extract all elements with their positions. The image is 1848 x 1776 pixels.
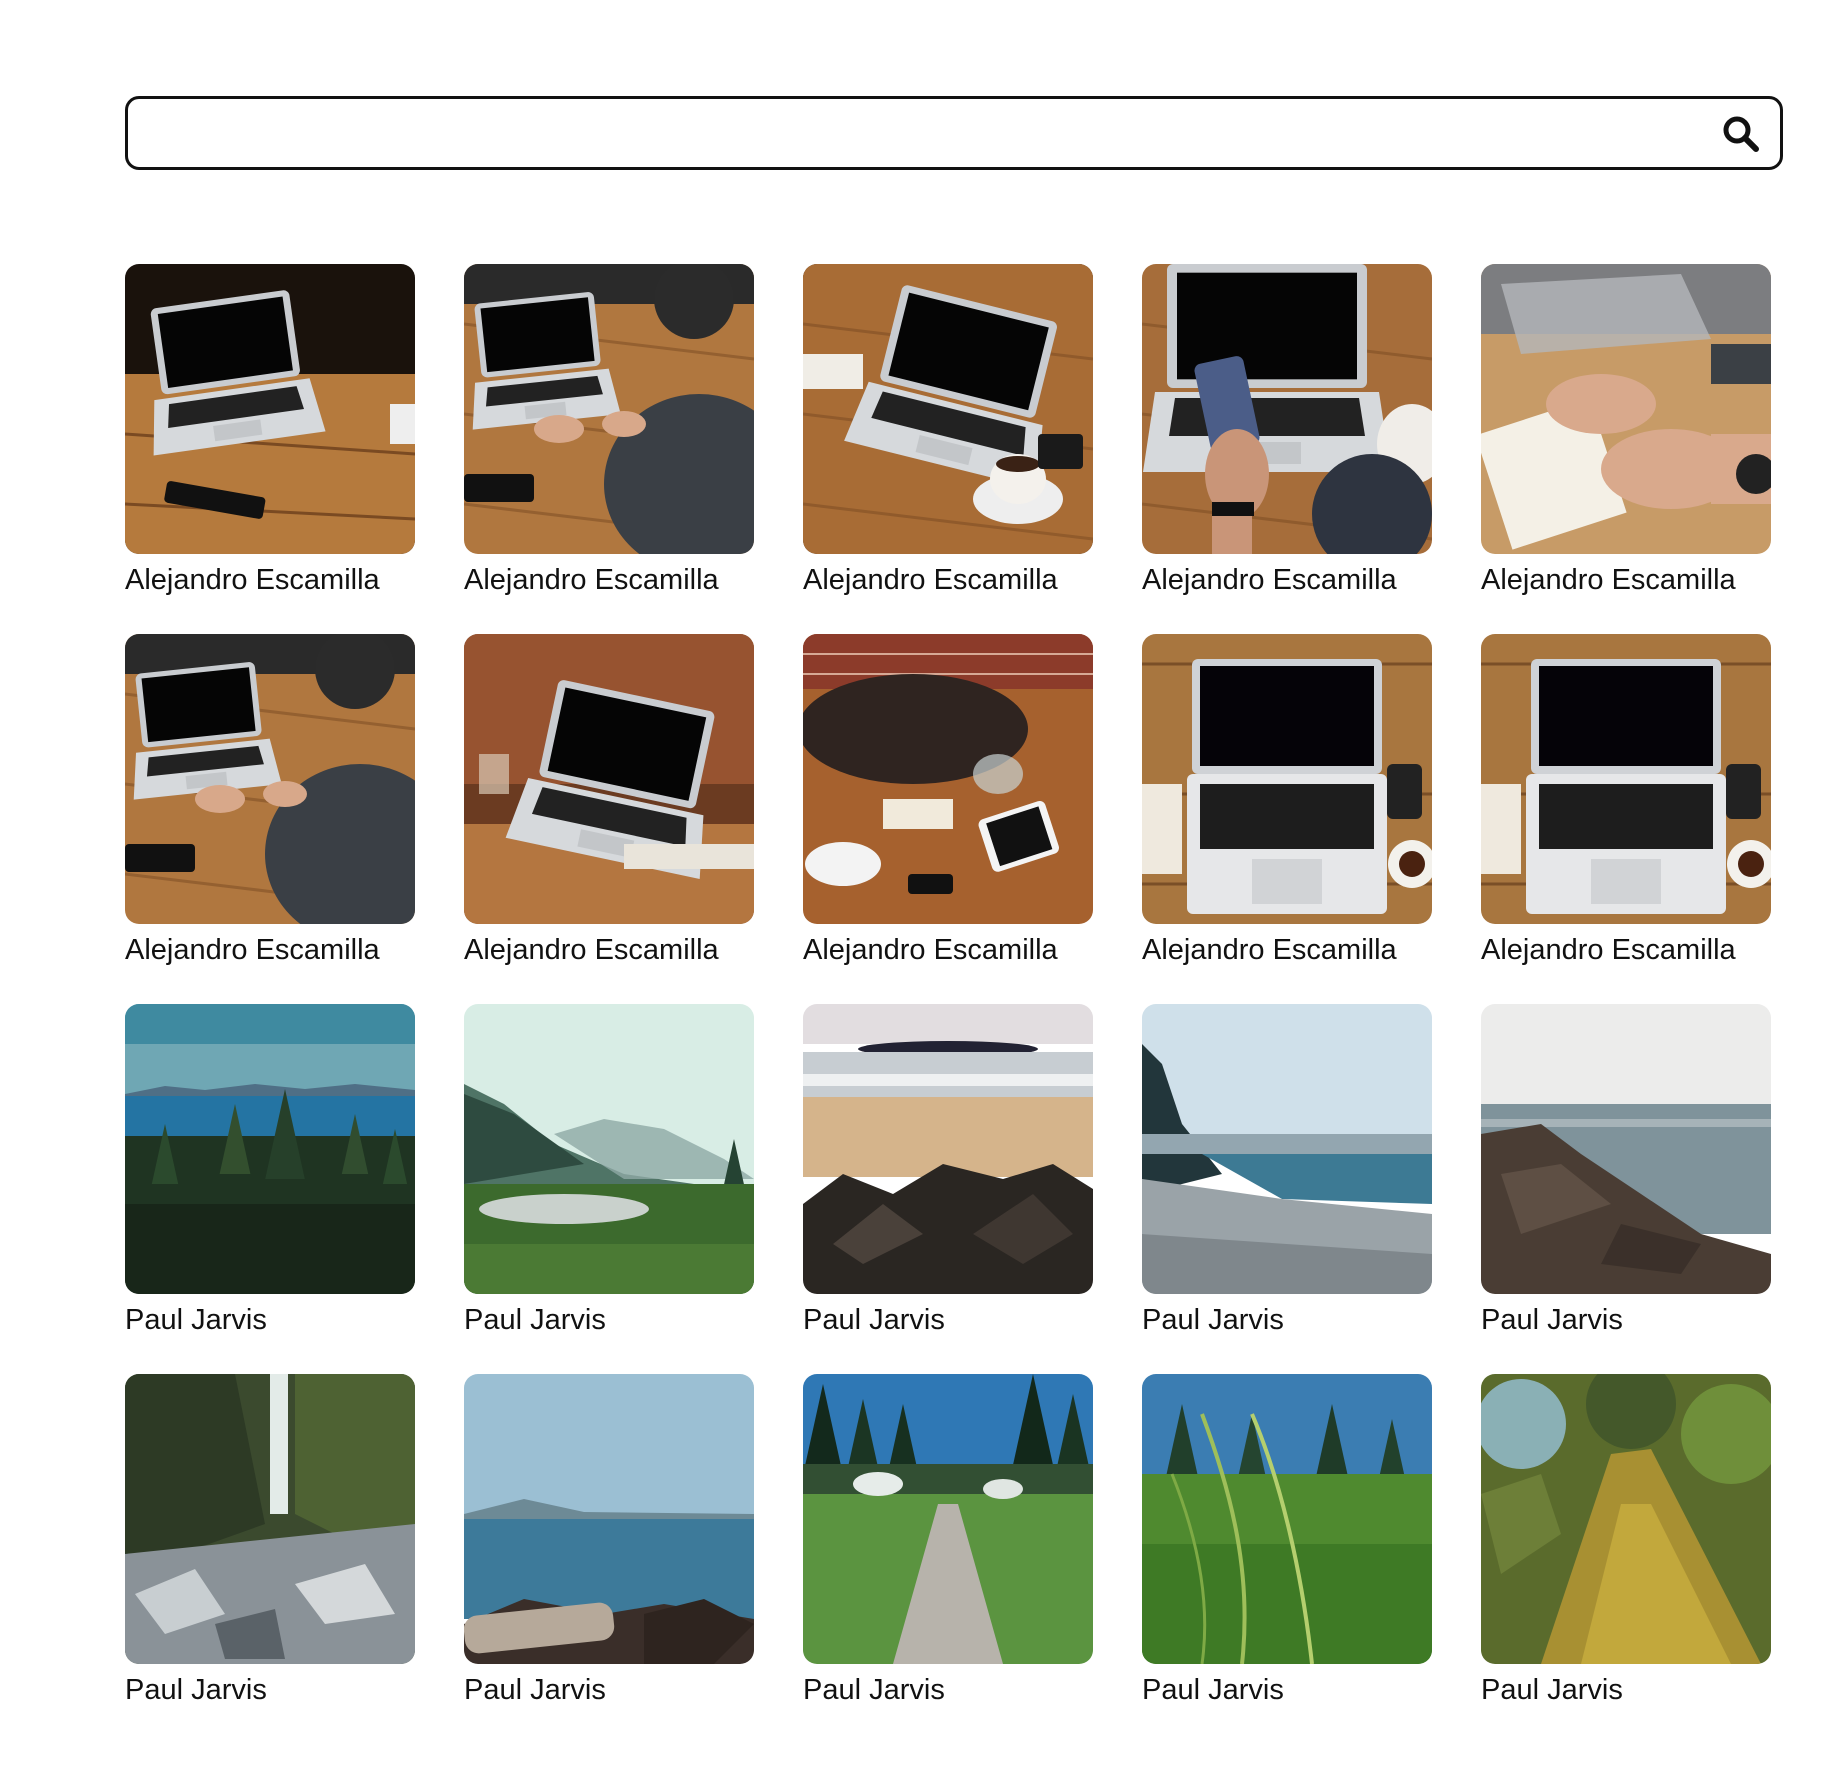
photo-grid: Alejandro Escamilla Alejandro Escamilla — [125, 264, 1775, 1708]
photo-image — [464, 634, 754, 924]
photo-image — [1481, 1374, 1771, 1664]
photo-card[interactable]: Paul Jarvis — [803, 1374, 1093, 1708]
photo-thumbnail[interactable] — [803, 264, 1093, 554]
photo-card[interactable]: Alejandro Escamilla — [125, 264, 415, 598]
photo-card[interactable]: Alejandro Escamilla — [1142, 264, 1432, 598]
photo-image — [1142, 264, 1432, 554]
photo-image — [803, 264, 1093, 554]
photo-thumbnail[interactable] — [803, 634, 1093, 924]
photo-author[interactable]: Paul Jarvis — [464, 1672, 754, 1708]
photo-card[interactable]: Alejandro Escamilla — [803, 634, 1093, 968]
photo-image — [1142, 1004, 1432, 1294]
photo-author[interactable]: Alejandro Escamilla — [803, 562, 1093, 598]
photo-card[interactable]: Paul Jarvis — [803, 1004, 1093, 1338]
photo-image — [1481, 264, 1771, 554]
photo-thumbnail[interactable] — [1142, 1004, 1432, 1294]
search-bar — [125, 96, 1783, 170]
photo-thumbnail[interactable] — [803, 1004, 1093, 1294]
magnifier-icon — [1723, 116, 1759, 152]
photo-author[interactable]: Alejandro Escamilla — [125, 562, 415, 598]
photo-author[interactable]: Alejandro Escamilla — [1481, 932, 1771, 968]
photo-image — [1481, 634, 1771, 924]
photo-image — [1481, 1004, 1771, 1294]
photo-author[interactable]: Alejandro Escamilla — [1142, 932, 1432, 968]
photo-author[interactable]: Alejandro Escamilla — [1481, 562, 1771, 598]
photo-author[interactable]: Alejandro Escamilla — [803, 932, 1093, 968]
photo-card[interactable]: Paul Jarvis — [1481, 1004, 1771, 1338]
photo-image — [803, 1004, 1093, 1294]
photo-card[interactable]: Alejandro Escamilla — [464, 264, 754, 598]
photo-image — [125, 1374, 415, 1664]
photo-thumbnail[interactable] — [1142, 264, 1432, 554]
photo-thumbnail[interactable] — [1481, 634, 1771, 924]
photo-author[interactable]: Paul Jarvis — [1142, 1302, 1432, 1338]
photo-image — [125, 264, 415, 554]
photo-author[interactable]: Paul Jarvis — [125, 1672, 415, 1708]
photo-image — [464, 1004, 754, 1294]
photo-author[interactable]: Alejandro Escamilla — [1142, 562, 1432, 598]
photo-author[interactable]: Paul Jarvis — [803, 1302, 1093, 1338]
photo-card[interactable]: Paul Jarvis — [125, 1004, 415, 1338]
photo-thumbnail[interactable] — [125, 634, 415, 924]
photo-card[interactable]: Alejandro Escamilla — [803, 264, 1093, 598]
photo-thumbnail[interactable] — [1142, 634, 1432, 924]
photo-thumbnail[interactable] — [125, 264, 415, 554]
photo-image — [1142, 634, 1432, 924]
photo-image — [125, 634, 415, 924]
photo-card[interactable]: Paul Jarvis — [1481, 1374, 1771, 1708]
photo-image — [803, 1374, 1093, 1664]
photo-thumbnail[interactable] — [464, 634, 754, 924]
photo-author[interactable]: Paul Jarvis — [1481, 1672, 1771, 1708]
photo-author[interactable]: Alejandro Escamilla — [464, 562, 754, 598]
photo-thumbnail[interactable] — [125, 1004, 415, 1294]
photo-thumbnail[interactable] — [464, 1004, 754, 1294]
search-input[interactable] — [148, 99, 1688, 167]
photo-image — [464, 1374, 754, 1664]
photo-author[interactable]: Paul Jarvis — [1142, 1672, 1432, 1708]
photo-thumbnail[interactable] — [1481, 1004, 1771, 1294]
photo-card[interactable]: Alejandro Escamilla — [1142, 634, 1432, 968]
photo-author[interactable]: Paul Jarvis — [1481, 1302, 1771, 1338]
photo-thumbnail[interactable] — [803, 1374, 1093, 1664]
photo-card[interactable]: Alejandro Escamilla — [1481, 264, 1771, 598]
photo-author[interactable]: Paul Jarvis — [125, 1302, 415, 1338]
photo-card[interactable]: Alejandro Escamilla — [1481, 634, 1771, 968]
photo-card[interactable]: Paul Jarvis — [1142, 1374, 1432, 1708]
photo-thumbnail[interactable] — [1481, 1374, 1771, 1664]
photo-image — [125, 1004, 415, 1294]
photo-card[interactable]: Paul Jarvis — [1142, 1004, 1432, 1338]
photo-image — [803, 634, 1093, 924]
photo-thumbnail[interactable] — [125, 1374, 415, 1664]
photo-card[interactable]: Alejandro Escamilla — [125, 634, 415, 968]
photo-thumbnail[interactable] — [1481, 264, 1771, 554]
photo-author[interactable]: Alejandro Escamilla — [125, 932, 415, 968]
photo-image — [464, 264, 754, 554]
photo-card[interactable]: Paul Jarvis — [464, 1004, 754, 1338]
photo-image — [1142, 1374, 1432, 1664]
photo-card[interactable]: Paul Jarvis — [464, 1374, 754, 1708]
photo-card[interactable]: Alejandro Escamilla — [464, 634, 754, 968]
photo-author[interactable]: Alejandro Escamilla — [464, 932, 754, 968]
photo-author[interactable]: Paul Jarvis — [464, 1302, 754, 1338]
photo-thumbnail[interactable] — [1142, 1374, 1432, 1664]
photo-card[interactable]: Paul Jarvis — [125, 1374, 415, 1708]
photo-thumbnail[interactable] — [464, 264, 754, 554]
search-button[interactable] — [1720, 113, 1762, 155]
photo-author[interactable]: Paul Jarvis — [803, 1672, 1093, 1708]
photo-thumbnail[interactable] — [464, 1374, 754, 1664]
